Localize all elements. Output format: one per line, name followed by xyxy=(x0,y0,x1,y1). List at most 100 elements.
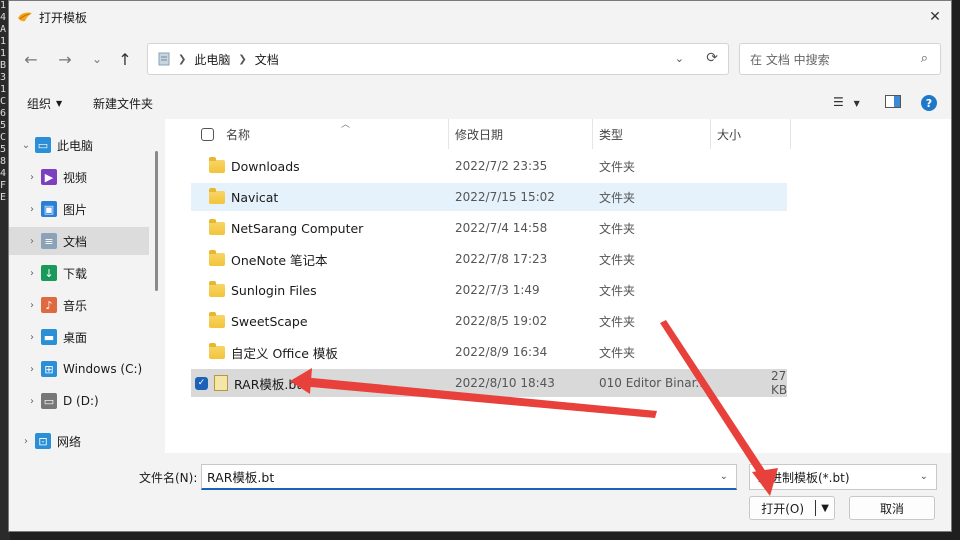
file-type: 文件夹 xyxy=(599,345,636,360)
sidebar-item-label: Windows (C:) xyxy=(63,362,143,376)
folder-icon xyxy=(209,187,225,204)
file-type-filter[interactable]: 二进制模板(*.bt) ⌄ xyxy=(749,464,937,490)
file-type-value: 二进制模板(*.bt) xyxy=(758,470,850,485)
file-type: 文件夹 xyxy=(599,221,636,236)
row-checkbox[interactable]: ✓ xyxy=(195,376,208,390)
file-modified: 2022/7/15 15:02 xyxy=(455,190,555,204)
file-modified: 2022/8/9 16:34 xyxy=(455,345,548,359)
sidebar-item[interactable]: › ↓ 下载 xyxy=(9,259,149,287)
file-type: 文件夹 xyxy=(599,314,636,329)
organize-button[interactable]: 组织 ▼ xyxy=(27,95,62,112)
refresh-icon[interactable]: ⟳ xyxy=(706,50,718,66)
folder-icon xyxy=(209,249,225,266)
column-header-name[interactable]: 名称 ︿ xyxy=(191,119,449,149)
file-row[interactable]: Downloads 2022/7/2 23:35 文件夹 xyxy=(191,152,787,180)
sidebar-item[interactable]: › ▬ 桌面 xyxy=(9,323,149,351)
chevron-right-icon[interactable]: › xyxy=(23,364,41,375)
folder-icon xyxy=(209,342,225,359)
chevron-right-icon[interactable]: › xyxy=(23,396,41,407)
address-bar[interactable]: ❯ 此电脑 ❯ 文档 ⌄ ⟳ xyxy=(147,43,729,75)
sidebar-item[interactable]: › ▭ D (D:) xyxy=(9,387,149,415)
breadcrumb-documents[interactable]: 文档 xyxy=(255,51,279,68)
file-row[interactable]: 自定义 Office 模板 2022/8/9 16:34 文件夹 xyxy=(191,338,787,366)
breadcrumb-separator-icon: ❯ xyxy=(238,53,247,65)
column-header-size[interactable]: 大小 xyxy=(711,119,791,149)
caret-down-icon: ▼ xyxy=(56,99,63,108)
filename-field[interactable]: RAR模板.bt ⌄ xyxy=(201,464,737,490)
up-button[interactable]: ↑ xyxy=(113,47,137,71)
up-arrow-icon: ↑ xyxy=(118,49,132,69)
file-modified: 2022/7/2 23:35 xyxy=(455,159,548,173)
column-name-label: 名称 xyxy=(226,127,251,142)
chevron-right-icon[interactable]: › xyxy=(23,236,41,247)
view-options-button[interactable]: ☰ ▼ xyxy=(833,95,860,109)
chevron-right-icon[interactable]: › xyxy=(23,268,41,279)
column-header-type[interactable]: 类型 xyxy=(593,119,711,149)
sidebar-item-label: 桌面 xyxy=(63,330,88,345)
folder-icon xyxy=(209,218,225,235)
file-row[interactable]: SweetScape 2022/8/5 19:02 文件夹 xyxy=(191,307,787,335)
search-input[interactable]: 在 文档 中搜索 xyxy=(750,51,830,68)
open-button[interactable]: 打开(O) ▼ xyxy=(749,496,835,520)
chevron-right-icon[interactable]: › xyxy=(17,436,35,447)
organize-label: 组织 xyxy=(27,97,52,111)
sidebar-item[interactable]: › ▶ 视频 xyxy=(9,163,149,191)
sidebar-item[interactable]: ⌄ ▭ 此电脑 xyxy=(9,131,149,159)
app-icon xyxy=(18,12,32,22)
dialog-title: 打开模板 xyxy=(39,10,88,25)
file-name: SweetScape xyxy=(231,313,308,329)
forward-button[interactable]: → xyxy=(53,47,77,71)
chevron-right-icon[interactable]: › xyxy=(23,332,41,343)
sidebar-item-label: 下载 xyxy=(63,266,88,281)
column-header-modified[interactable]: 修改日期 xyxy=(449,119,593,149)
chevron-right-icon[interactable]: › xyxy=(23,172,41,183)
caret-down-icon[interactable]: ▼ xyxy=(816,503,834,514)
recent-locations-button[interactable]: ⌄ xyxy=(85,47,109,71)
sidebar-item-label: 网络 xyxy=(57,434,82,449)
sidebar-item[interactable]: › ≡ 文档 xyxy=(9,227,149,255)
sidebar-item[interactable]: › ⊡ 网络 xyxy=(9,427,149,455)
chevron-right-icon[interactable]: › xyxy=(23,204,41,215)
file-name: Sunlogin Files xyxy=(231,282,317,298)
file-name: Navicat xyxy=(231,189,279,205)
windows-drive-icon: ⊞ xyxy=(41,361,57,377)
search-box[interactable]: 在 文档 中搜索 ⌕ xyxy=(739,43,941,75)
file-type: 文件夹 xyxy=(599,190,636,205)
file-name: NetSarang Computer xyxy=(231,220,364,236)
file-type: 文件夹 xyxy=(599,159,636,174)
folder-icon xyxy=(209,156,225,173)
sidebar-item[interactable]: › ▣ 图片 xyxy=(9,195,149,223)
chevron-down-icon[interactable]: ⌄ xyxy=(675,52,684,65)
back-button[interactable]: ← xyxy=(19,47,43,71)
chevron-down-icon: ⌄ xyxy=(91,52,103,66)
file-row[interactable]: OneNote 笔记本 2022/7/8 17:23 文件夹 xyxy=(191,245,787,273)
document-icon: ≡ xyxy=(41,233,57,249)
picture-icon: ▣ xyxy=(41,201,57,217)
file-row[interactable]: ✓ RAR模板.bt 2022/8/10 18:43 010 Editor Binar… xyxy=(191,369,787,397)
filename-label: 文件名(N): xyxy=(139,471,198,485)
sidebar-item[interactable]: › ⊞ Windows (C:) xyxy=(9,355,149,383)
help-icon[interactable]: ? xyxy=(921,95,937,111)
close-button[interactable]: ✕ xyxy=(919,1,951,33)
chevron-down-icon[interactable]: ⌄ xyxy=(17,140,35,151)
cancel-button[interactable]: 取消 xyxy=(849,496,935,520)
video-icon: ▶ xyxy=(41,169,57,185)
breadcrumb-this-pc[interactable]: 此电脑 xyxy=(194,51,230,68)
computer-icon: ▭ xyxy=(35,137,51,153)
chevron-down-icon[interactable]: ⌄ xyxy=(720,471,728,482)
chevron-right-icon[interactable]: › xyxy=(23,300,41,311)
column-size-label: 大小 xyxy=(717,127,742,142)
desktop-icon: ▬ xyxy=(41,329,57,345)
music-icon: ♪ xyxy=(41,297,57,313)
column-modified-label: 修改日期 xyxy=(455,127,504,142)
preview-pane-button[interactable] xyxy=(885,95,901,111)
new-folder-button[interactable]: 新建文件夹 xyxy=(93,95,153,112)
binary-template-file-icon xyxy=(214,375,228,391)
file-row[interactable]: Sunlogin Files 2022/7/3 1:49 文件夹 xyxy=(191,276,787,304)
file-modified: 2022/7/3 1:49 xyxy=(455,283,540,297)
select-all-checkbox[interactable] xyxy=(201,127,214,141)
file-row[interactable]: Navicat 2022/7/15 15:02 文件夹 xyxy=(191,183,787,211)
sidebar-scrollbar[interactable] xyxy=(155,151,158,291)
file-row[interactable]: NetSarang Computer 2022/7/4 14:58 文件夹 xyxy=(191,214,787,242)
sidebar-item[interactable]: › ♪ 音乐 xyxy=(9,291,149,319)
